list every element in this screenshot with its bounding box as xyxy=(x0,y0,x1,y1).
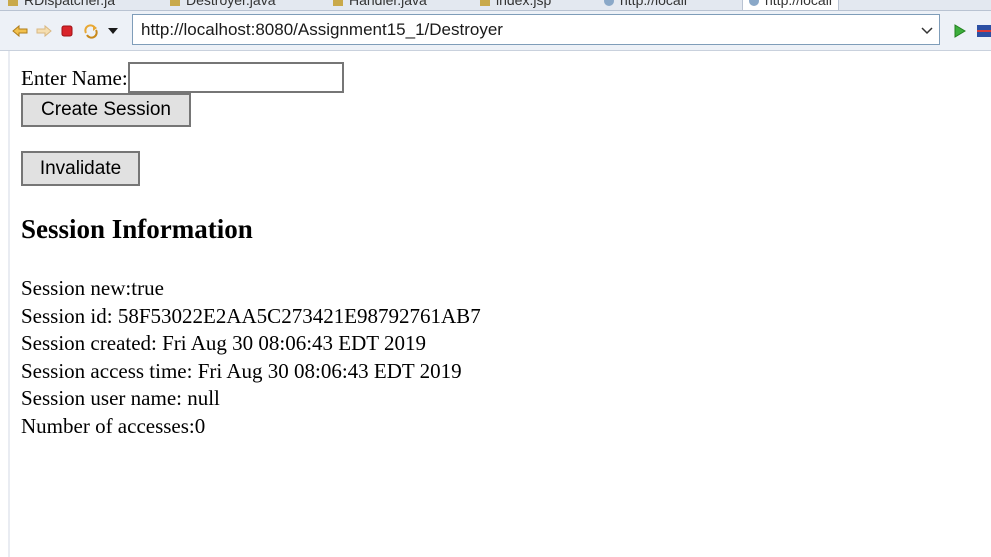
tab-label: index.jsp xyxy=(496,0,552,8)
tab-index-jsp[interactable]: index.jsp xyxy=(480,0,551,10)
tab-browser-active[interactable]: http://locali xyxy=(742,0,839,10)
java-file-icon xyxy=(333,0,343,7)
globe-icon xyxy=(604,0,614,7)
back-arrow-icon[interactable] xyxy=(12,23,28,39)
create-session-button[interactable]: Create Session xyxy=(21,93,191,127)
editor-tab-strip: RDispatcher.ja Destroyer.java Handler.ja… xyxy=(0,0,991,11)
session-access-time-line: Session access time: Fri Aug 30 08:06:43… xyxy=(21,358,462,383)
go-play-icon[interactable] xyxy=(951,23,967,39)
address-url[interactable]: http://localhost:8080/Assignment15_1/Des… xyxy=(141,15,503,44)
refresh-icon[interactable] xyxy=(83,23,99,39)
session-new-line: Session new:true xyxy=(21,276,164,300)
name-form-row: Enter Name: xyxy=(21,62,344,93)
browser-toolbar: http://localhost:8080/Assignment15_1/Des… xyxy=(0,11,991,51)
tab-rdispatcher[interactable]: RDispatcher.ja xyxy=(8,0,115,10)
name-input[interactable] xyxy=(127,62,344,93)
tab-destroyer[interactable]: Destroyer.java xyxy=(170,0,275,10)
page-content: Enter Name: Create Session Invalidate Se… xyxy=(8,51,991,557)
tab-label: http://locali xyxy=(620,0,687,8)
session-info-list: Session new:true Session id: 58F53022E2A… xyxy=(21,275,481,441)
toolbar-extra-icon[interactable] xyxy=(977,23,991,39)
address-bar[interactable]: http://localhost:8080/Assignment15_1/Des… xyxy=(132,14,940,45)
tab-label: Destroyer.java xyxy=(186,0,276,8)
session-user-name-line: Session user name: null xyxy=(21,386,220,411)
java-file-icon xyxy=(8,0,18,7)
invalidate-button[interactable]: Invalidate xyxy=(21,151,140,186)
java-file-icon xyxy=(170,0,180,7)
globe-icon xyxy=(749,0,759,7)
jsp-file-icon xyxy=(480,0,490,7)
tab-browser-1[interactable]: http://locali xyxy=(604,0,687,10)
name-label: Enter Name: xyxy=(21,65,128,90)
dropdown-triangle-icon[interactable] xyxy=(107,25,119,37)
tab-label: RDispatcher.ja xyxy=(24,0,116,8)
tab-handler[interactable]: Handler.java xyxy=(333,0,427,10)
tab-label: http://locali xyxy=(765,0,832,8)
session-accesses-line: Number of accesses:0 xyxy=(21,413,206,438)
session-created-line: Session created: Fri Aug 30 08:06:43 EDT… xyxy=(21,331,426,356)
chevron-down-icon[interactable] xyxy=(921,24,933,36)
tab-label: Handler.java xyxy=(349,0,427,8)
stop-icon[interactable] xyxy=(59,23,75,39)
session-info-heading: Session Information xyxy=(21,214,253,244)
session-id-line: Session id: 58F53022E2AA5C273421E9879276… xyxy=(21,303,481,328)
forward-arrow-icon[interactable] xyxy=(36,23,52,39)
